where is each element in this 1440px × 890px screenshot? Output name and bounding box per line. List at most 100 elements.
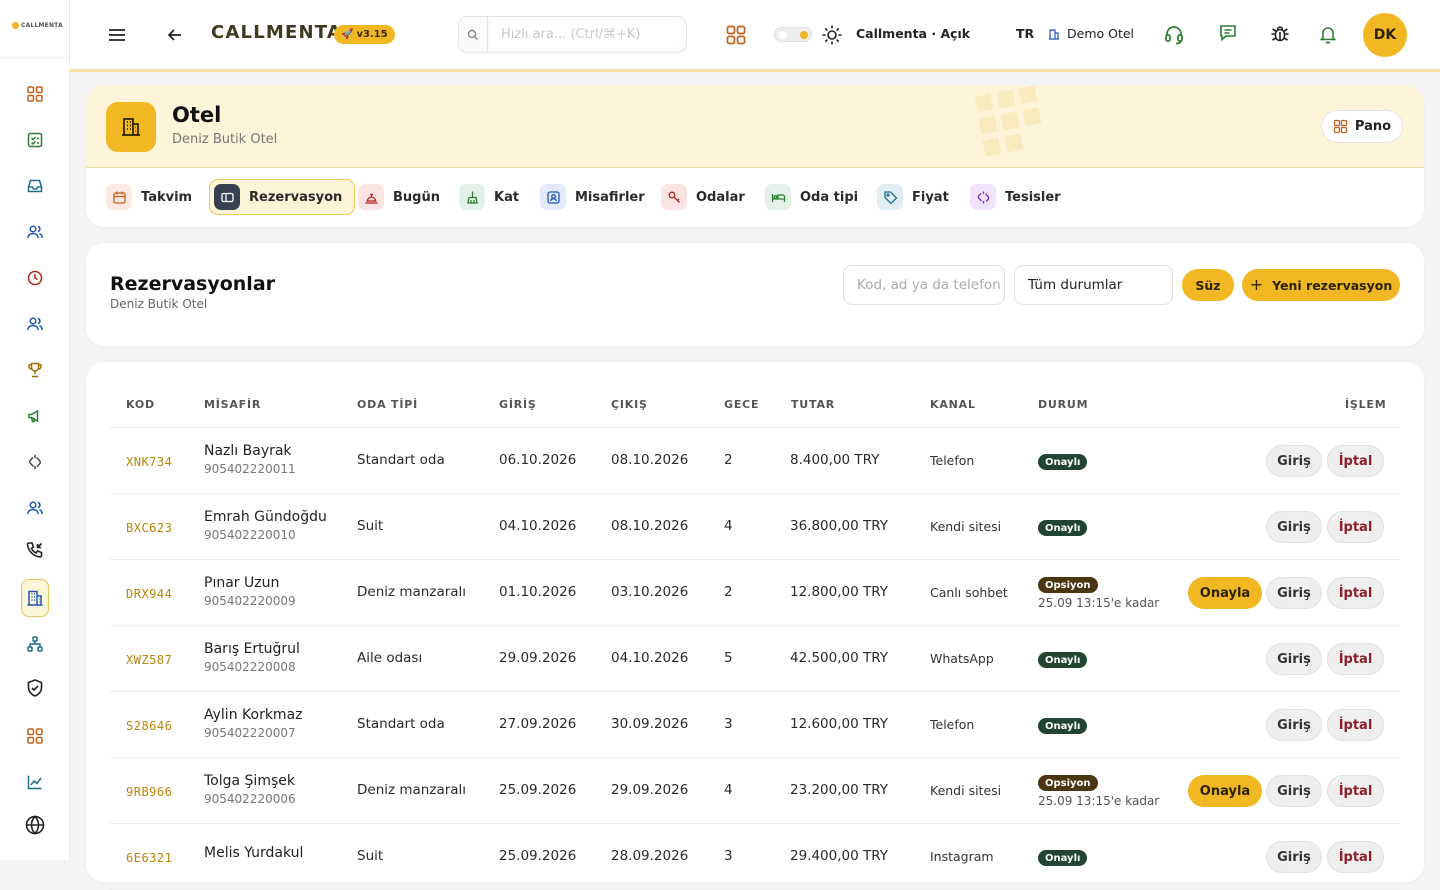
tab-rezervasyon[interactable]: Rezervasyon [209,179,356,215]
hotel-icon[interactable] [21,579,49,617]
chart-icon[interactable] [23,770,47,794]
table-row[interactable]: XWZ587 Barış Ertuğrul 905402220008 Aile oda… [110,626,1400,692]
tab-oda-tipi[interactable]: Oda tipi [765,179,858,215]
team-icon[interactable] [23,312,47,336]
table-row[interactable]: BXC623 Emrah Gündoğdu 905402220010 Suit 04.1… [110,494,1400,560]
brand-name[interactable]: CALLMENTA [211,22,342,43]
inbox-icon[interactable] [23,174,47,198]
headset-icon[interactable] [1163,23,1185,45]
checkin-button[interactable]: Giriş [1266,643,1322,675]
table-row[interactable]: 9RB966 Tolga Şimşek 905402220006 Deniz manz… [110,758,1400,824]
filter-button[interactable]: Süz [1182,269,1234,301]
cancel-button[interactable]: İptal [1327,709,1384,741]
tab-fiyat[interactable]: Fiyat [877,179,949,215]
confirm-button[interactable]: Onayla [1188,775,1262,807]
sidebar-logo[interactable]: CALLMENTA [12,22,63,29]
phone-incoming-icon[interactable] [23,538,47,562]
checkin-button[interactable]: Giriş [1266,445,1322,477]
back-arrow-icon[interactable] [166,26,184,44]
guest-card-icon [540,184,566,210]
hotel-selector[interactable]: Demo Otel [1067,26,1134,41]
bell-icon[interactable] [1318,24,1338,44]
tab-misafirler[interactable]: Misafirler [540,179,645,215]
room-type: Deniz manzaralı [357,782,467,798]
megaphone-icon[interactable] [23,404,47,428]
confirm-button[interactable]: Onayla [1188,577,1262,609]
checkin-button[interactable]: Giriş [1266,577,1322,609]
cancel-button[interactable]: İptal [1327,775,1384,807]
checkin-button[interactable]: Giriş [1266,709,1322,741]
menu-icon[interactable] [107,25,127,45]
sun-icon[interactable] [821,24,843,46]
col-header-durum[interactable]: DURUM [1038,398,1088,411]
table-row[interactable]: 6E6321 Melis Yurdakul Suit 25.09.2026 28.09.… [110,824,1400,890]
global-search-input[interactable] [490,21,684,48]
reservation-code[interactable]: DRX944 [126,587,172,601]
tab-takvim[interactable]: Takvim [106,179,192,215]
cancel-button[interactable]: İptal [1327,643,1384,675]
reservation-code[interactable]: XWZ587 [126,653,172,667]
global-search[interactable] [458,16,687,53]
pano-button[interactable]: Pano [1321,110,1403,143]
checkin-button[interactable]: Giriş [1266,841,1322,873]
apps-icon[interactable] [23,724,47,748]
building-watermark-icon [966,85,1076,175]
theme-toggle[interactable] [774,27,812,42]
tab-kat[interactable]: Kat [459,179,519,215]
col-header-gece[interactable]: GECE [724,398,759,411]
status-filter-select[interactable]: Tüm durumlar [1014,265,1173,305]
integration-icon[interactable] [23,450,47,474]
new-reservation-button[interactable]: + Yeni rezervasyon [1242,269,1400,301]
col-header-giris[interactable]: GİRİŞ [499,398,537,411]
col-header-tutar[interactable]: TUTAR [791,398,835,411]
channel: Telefon [930,717,975,732]
cancel-button[interactable]: İptal [1327,841,1384,873]
guest-name[interactable]: Nazlı Bayrak [204,443,292,459]
shield-icon[interactable] [23,676,47,700]
network-icon[interactable] [23,632,47,656]
reservation-code[interactable]: 9RB966 [126,785,172,799]
language-switch[interactable]: TR [1016,26,1034,41]
cancel-button[interactable]: İptal [1327,511,1384,543]
apps-grid-icon[interactable] [725,24,747,46]
col-header-kod[interactable]: KOD [126,398,155,411]
reservation-code[interactable]: BXC623 [126,521,172,535]
checklist-icon[interactable] [23,128,47,152]
col-header-cikis[interactable]: ÇIKIŞ [611,398,648,411]
globe-icon[interactable] [23,813,47,837]
reservation-code[interactable]: S28646 [126,719,172,733]
contacts-icon[interactable] [23,496,47,520]
chat-icon[interactable] [1218,23,1238,43]
cancel-button[interactable]: İptal [1327,445,1384,477]
guest-name[interactable]: Aylin Korkmaz [204,707,303,723]
reservation-code[interactable]: XNK734 [126,455,172,469]
table-row[interactable]: DRX944 Pınar Uzun 905402220009 Deniz manzar… [110,560,1400,626]
users-icon[interactable] [23,220,47,244]
checkin-button[interactable]: Giriş [1266,775,1322,807]
tab-tesisler[interactable]: Tesisler [970,179,1061,215]
table-row[interactable]: XNK734 Nazlı Bayrak 905402220011 Standart o… [110,428,1400,494]
cancel-button[interactable]: İptal [1327,577,1384,609]
col-header-misafir[interactable]: MİSAFİR [204,398,261,411]
guest-name[interactable]: Pınar Uzun [204,575,279,591]
tab-odalar[interactable]: Odalar [661,179,745,215]
clock-icon[interactable] [23,266,47,290]
table-row[interactable]: S28646 Aylin Korkmaz 905402220007 Standart … [110,692,1400,758]
workspace-status[interactable]: Callmenta · Açık [856,26,970,41]
status-badge: Onaylı [1038,454,1088,470]
user-avatar[interactable]: DK [1363,13,1407,57]
tab-bugun[interactable]: Bugün [358,179,440,215]
guest-name[interactable]: Tolga Şimşek [204,773,295,789]
guest-name[interactable]: Barış Ertuğrul [204,641,300,657]
bug-icon[interactable] [1269,23,1291,45]
reservation-code[interactable]: 6E6321 [126,851,172,865]
reservation-search-input[interactable] [843,265,1005,305]
col-header-oda-tipi[interactable]: ODA TİPİ [357,398,418,411]
checkin-button[interactable]: Giriş [1266,511,1322,543]
guest-name[interactable]: Melis Yurdakul [204,845,303,861]
guest-name[interactable]: Emrah Gündoğdu [204,509,327,525]
col-header-kanal[interactable]: KANAL [930,398,976,411]
trophy-icon[interactable] [23,358,47,382]
col-header-islem: İŞLEM [1345,398,1387,411]
dashboard-icon[interactable] [23,82,47,106]
